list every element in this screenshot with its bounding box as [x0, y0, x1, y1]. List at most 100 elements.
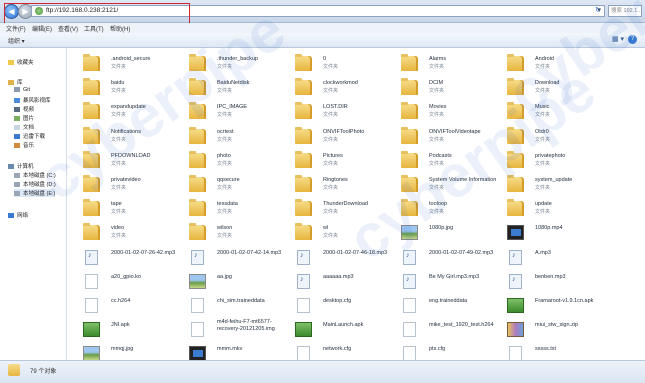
folder-item[interactable]: Pictures 文件夹	[285, 150, 390, 173]
file-item[interactable]: 2000-01-02-07-46-18.mp3	[285, 247, 390, 270]
folder-item[interactable]: PFDOWNLOAD 文件夹	[73, 150, 178, 173]
item-name: miui_stw_sign.zip	[535, 322, 579, 329]
sidebar-item-music[interactable]: 音乐	[14, 141, 34, 149]
folder-item[interactable]: BaiduNetdisk 文件夹	[179, 77, 284, 100]
folder-item[interactable]: video 文件夹	[73, 222, 178, 245]
sidebar-item-network[interactable]: 网络	[8, 211, 28, 219]
sidebar-item-pictures[interactable]: 图片	[14, 114, 34, 122]
file-item[interactable]: 2000-01-02-07-42-14.mp3	[179, 247, 284, 270]
sidebar-item-libraries[interactable]: 库	[8, 78, 23, 86]
folder-item[interactable]: Podcasts 文件夹	[391, 150, 496, 173]
refresh-icon[interactable]: ↻	[592, 5, 604, 17]
folder-item[interactable]: IPC_IMAGE 文件夹	[179, 101, 284, 124]
sidebar-item-baofeng[interactable]: 暴风影视库	[14, 96, 51, 104]
sidebar-item-thunder[interactable]: 迅雷下载	[14, 132, 45, 140]
folder-item[interactable]: 0 文件夹	[285, 53, 390, 76]
folder-item[interactable]: System Volume Information 文件夹	[391, 174, 496, 197]
file-item[interactable]: aa.jpg	[179, 271, 284, 294]
sidebar-item-favorites[interactable]: 收藏夹	[8, 58, 34, 66]
folder-item[interactable]: ONVIFToolPhoto 文件夹	[285, 126, 390, 149]
sidebar-item-drive-e[interactable]: 本地磁盘 (E:)	[14, 189, 56, 197]
help-icon[interactable]: ?	[628, 35, 637, 44]
file-item[interactable]: Framaroot-v1.9.1cn.apk	[497, 295, 602, 318]
menu-edit[interactable]: 编辑(E)	[32, 24, 52, 33]
view-options-icon[interactable]: ▦ ▾	[612, 35, 624, 43]
folder-icon	[83, 223, 100, 241]
file-item[interactable]: 1080p.jpg	[391, 222, 496, 245]
file-item[interactable]: eng.traineddata	[391, 295, 496, 318]
folder-item[interactable]: ocrtest 文件夹	[179, 126, 284, 149]
file-item[interactable]: desktop.cfg	[285, 295, 390, 318]
item-type: 文件夹	[535, 185, 551, 191]
folder-item[interactable]: LOST.DIR 文件夹	[285, 101, 390, 124]
menu-file[interactable]: 文件(F)	[6, 24, 26, 33]
item-type: 文件夹	[535, 64, 551, 70]
menu-tools[interactable]: 工具(T)	[84, 24, 104, 33]
folder-item[interactable]: clockworkmod 文件夹	[285, 77, 390, 100]
file-item[interactable]: MainLaunch.apk	[285, 319, 390, 342]
sidebar-item-drive-c[interactable]: 本地磁盘 (C:)	[14, 171, 56, 179]
folder-item[interactable]: update 文件夹	[497, 198, 602, 221]
file-icon	[191, 322, 204, 338]
item-name: Android	[535, 56, 554, 62]
folder-item[interactable]: qqsecure 文件夹	[179, 174, 284, 197]
folder-item[interactable]: tooloop 文件夹	[391, 198, 496, 221]
folder-item[interactable]: DCIM 文件夹	[391, 77, 496, 100]
organize-button[interactable]: 组织 ▾	[8, 36, 25, 45]
folder-item[interactable]: privatevideo 文件夹	[73, 174, 178, 197]
folder-item[interactable]: photo 文件夹	[179, 150, 284, 173]
sidebar-item-git[interactable]: Git	[14, 87, 30, 93]
folder-item[interactable]: wl 文件夹	[285, 222, 390, 245]
file-item[interactable]: 2000-01-02-07-49-02.mp3	[391, 247, 496, 270]
file-item[interactable]: mike_test_1920_test.h264	[391, 319, 496, 342]
sidebar-item-videos[interactable]: 视频	[14, 105, 34, 113]
menu-view[interactable]: 查看(V)	[58, 24, 78, 33]
file-item[interactable]: miui_stw_sign.zip	[497, 319, 602, 342]
sidebar-item-documents[interactable]: 文档	[14, 123, 34, 131]
folder-item[interactable]: Android 文件夹	[497, 53, 602, 76]
file-item[interactable]: cc.h264	[73, 295, 178, 318]
item-name: system_update	[535, 177, 573, 183]
folder-item[interactable]: Notifications 文件夹	[73, 126, 178, 149]
folder-item[interactable]: .android_secure 文件夹	[73, 53, 178, 76]
folder-item[interactable]: wilson 文件夹	[179, 222, 284, 245]
item-type: 文件夹	[111, 88, 127, 95]
folder-item[interactable]: system_update 文件夹	[497, 174, 602, 197]
folder-item[interactable]: Download 文件夹	[497, 77, 602, 100]
folder-item[interactable]: Alarms 文件夹	[391, 53, 496, 76]
folder-item[interactable]: baidu 文件夹	[73, 77, 178, 100]
item-name: update	[535, 201, 552, 208]
folder-icon	[295, 126, 312, 144]
file-item[interactable]: chi_sim.traineddata	[179, 295, 284, 318]
folder-item[interactable]: .thunder_backup 文件夹	[179, 53, 284, 76]
folder-item[interactable]: Ringtones 文件夹	[285, 174, 390, 197]
folder-item[interactable]: Otdr0 文件夹	[497, 126, 602, 149]
folder-item[interactable]: Music 文件夹	[497, 101, 602, 124]
folder-item[interactable]: expandupdate 文件夹	[73, 101, 178, 124]
file-item[interactable]: m4d-feihu-F7-mt6577-recovery-20121205.im…	[179, 319, 284, 342]
search-input[interactable]: 搜索 192.1...	[608, 5, 642, 17]
file-item[interactable]: Be My Girl.mp3.mp3	[391, 271, 496, 294]
sidebar-item-computer[interactable]: 计算机	[8, 162, 34, 170]
file-item[interactable]: a20_gpio.ko	[73, 271, 178, 294]
file-item[interactable]: 2000-01-02-07-26-42.mp3	[73, 247, 178, 270]
item-type: 文件夹	[217, 209, 233, 216]
folder-item[interactable]: ThunderDownload 文件夹	[285, 198, 390, 221]
folder-item[interactable]: tessdata 文件夹	[179, 198, 284, 221]
sidebar-item-drive-d[interactable]: 本地磁盘 (D:)	[14, 180, 56, 188]
folder-item[interactable]: tape 文件夹	[73, 198, 178, 221]
item-name: DCIM	[429, 80, 444, 87]
item-name: ONVIFToolPhoto	[323, 128, 365, 135]
folder-item[interactable]: ONVIFToolVideotape 文件夹	[391, 126, 496, 149]
item-type: 文件夹	[217, 160, 233, 167]
file-item[interactable]: A.mp3	[497, 247, 602, 270]
file-item[interactable]: aaaaaa.mp3	[285, 271, 390, 294]
file-item[interactable]: 1080p.mp4	[497, 222, 602, 245]
audio-file-icon	[509, 249, 522, 265]
file-item[interactable]: benben.mp3	[497, 271, 602, 294]
menu-help[interactable]: 帮助(H)	[110, 24, 130, 33]
item-name: MainLaunch.apk	[323, 322, 364, 329]
folder-item[interactable]: privatephoto 文件夹	[497, 150, 602, 173]
folder-item[interactable]: Movies 文件夹	[391, 101, 496, 124]
file-item[interactable]: JNI.apk	[73, 319, 178, 342]
